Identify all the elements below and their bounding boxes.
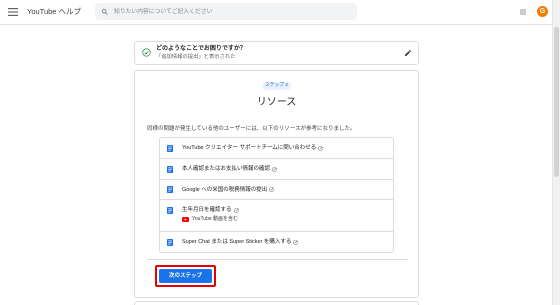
- divider: [147, 259, 408, 260]
- vertical-scrollbar[interactable]: [552, 0, 560, 305]
- article-icon: [167, 238, 173, 246]
- resource-title[interactable]: Super Chat または Super Sticker を購入する: [182, 238, 298, 246]
- account-avatar[interactable]: G: [537, 6, 548, 17]
- article-icon: [167, 144, 173, 152]
- resource-label[interactable]: Google への米国の税務情報の提出: [182, 186, 267, 194]
- product-title[interactable]: YouTube ヘルプ: [27, 7, 81, 17]
- article-icon: [167, 206, 173, 214]
- external-link-icon: [269, 187, 274, 192]
- search-icon[interactable]: [101, 8, 109, 16]
- resource-title[interactable]: Google への米国の税務情報の提出: [182, 186, 274, 194]
- step-heading: リソース: [256, 97, 297, 108]
- resource-label[interactable]: Super Chat または Super Sticker を購入する: [182, 238, 291, 246]
- resource-label[interactable]: YouTube クリエイター サポートチームに問い合わせる: [182, 144, 316, 152]
- resource-sub-label: YouTube 動画を含む: [192, 216, 239, 222]
- resource-link-contact-creator-support[interactable]: YouTube クリエイター サポートチームに問い合わせる: [160, 138, 393, 158]
- next-step-button[interactable]: 次のステップ: [159, 269, 212, 283]
- resource-sub-note: YouTube 動画を含む: [182, 216, 239, 223]
- resource-list: YouTube クリエイター サポートチームに問い合わせる 本人確認またはお支払…: [159, 137, 394, 253]
- question-title: どのようなことでお困りですか？: [156, 46, 246, 52]
- external-link-icon: [294, 240, 298, 244]
- resource-title[interactable]: YouTube クリエイター サポートチームに問い合わせる: [182, 144, 323, 152]
- external-link-icon: [272, 167, 277, 171]
- external-link-icon: [318, 146, 323, 150]
- youtube-play-icon: [182, 217, 189, 222]
- resource-title[interactable]: 生年月日を確認する: [182, 206, 239, 214]
- resource-link-verify-identity-payment[interactable]: 本人確認またはお支払い情報の確認: [160, 158, 393, 179]
- scrollbar-thumb[interactable]: [554, 27, 559, 177]
- resource-link-confirm-birthdate[interactable]: 生年月日を確認する YouTube 動画を含む: [160, 199, 393, 231]
- question-summary-card: どのようなことでお困りですか？ 「追加情報の提出」と表示された: [134, 41, 419, 65]
- article-icon: [167, 186, 173, 193]
- resource-link-super-chat-sticker[interactable]: Super Chat または Super Sticker を購入する: [160, 231, 393, 252]
- pencil-icon[interactable]: [404, 49, 412, 57]
- resource-label[interactable]: 本人確認またはお支払い情報の確認: [182, 165, 270, 173]
- question-answer: 「追加情報の提出」と表示された: [156, 54, 236, 60]
- external-link-icon: [234, 208, 238, 212]
- resource-text-group: 生年月日を確認する YouTube 動画を含む: [182, 206, 239, 223]
- youtube-help-page: YouTube ヘルプ G どのようなことでお困りですか？ 「追加情報の提出」と…: [0, 0, 560, 305]
- next-card-edge: [134, 301, 419, 305]
- apps-grid-icon[interactable]: [519, 8, 527, 16]
- resource-title[interactable]: 本人確認またはお支払い情報の確認: [182, 165, 277, 173]
- step-badge: ステップ 2: [261, 82, 292, 90]
- step-card: ステップ 2 リソース 同様の問題が発生している他のユーザーには、以下のリソース…: [134, 70, 419, 298]
- resource-link-us-tax-info[interactable]: Google への米国の税務情報の提出: [160, 179, 393, 199]
- menu-icon[interactable]: [8, 8, 18, 16]
- resource-label[interactable]: 生年月日を確認する: [182, 206, 232, 214]
- search-input[interactable]: [114, 3, 350, 20]
- article-icon: [167, 165, 173, 173]
- search-box[interactable]: [95, 3, 357, 20]
- check-circle-icon: [142, 48, 151, 57]
- top-app-bar: YouTube ヘルプ G: [0, 0, 552, 25]
- step-intro-text: 同様の問題が発生している他のユーザーには、以下のリソースが参考になりました。: [147, 126, 356, 132]
